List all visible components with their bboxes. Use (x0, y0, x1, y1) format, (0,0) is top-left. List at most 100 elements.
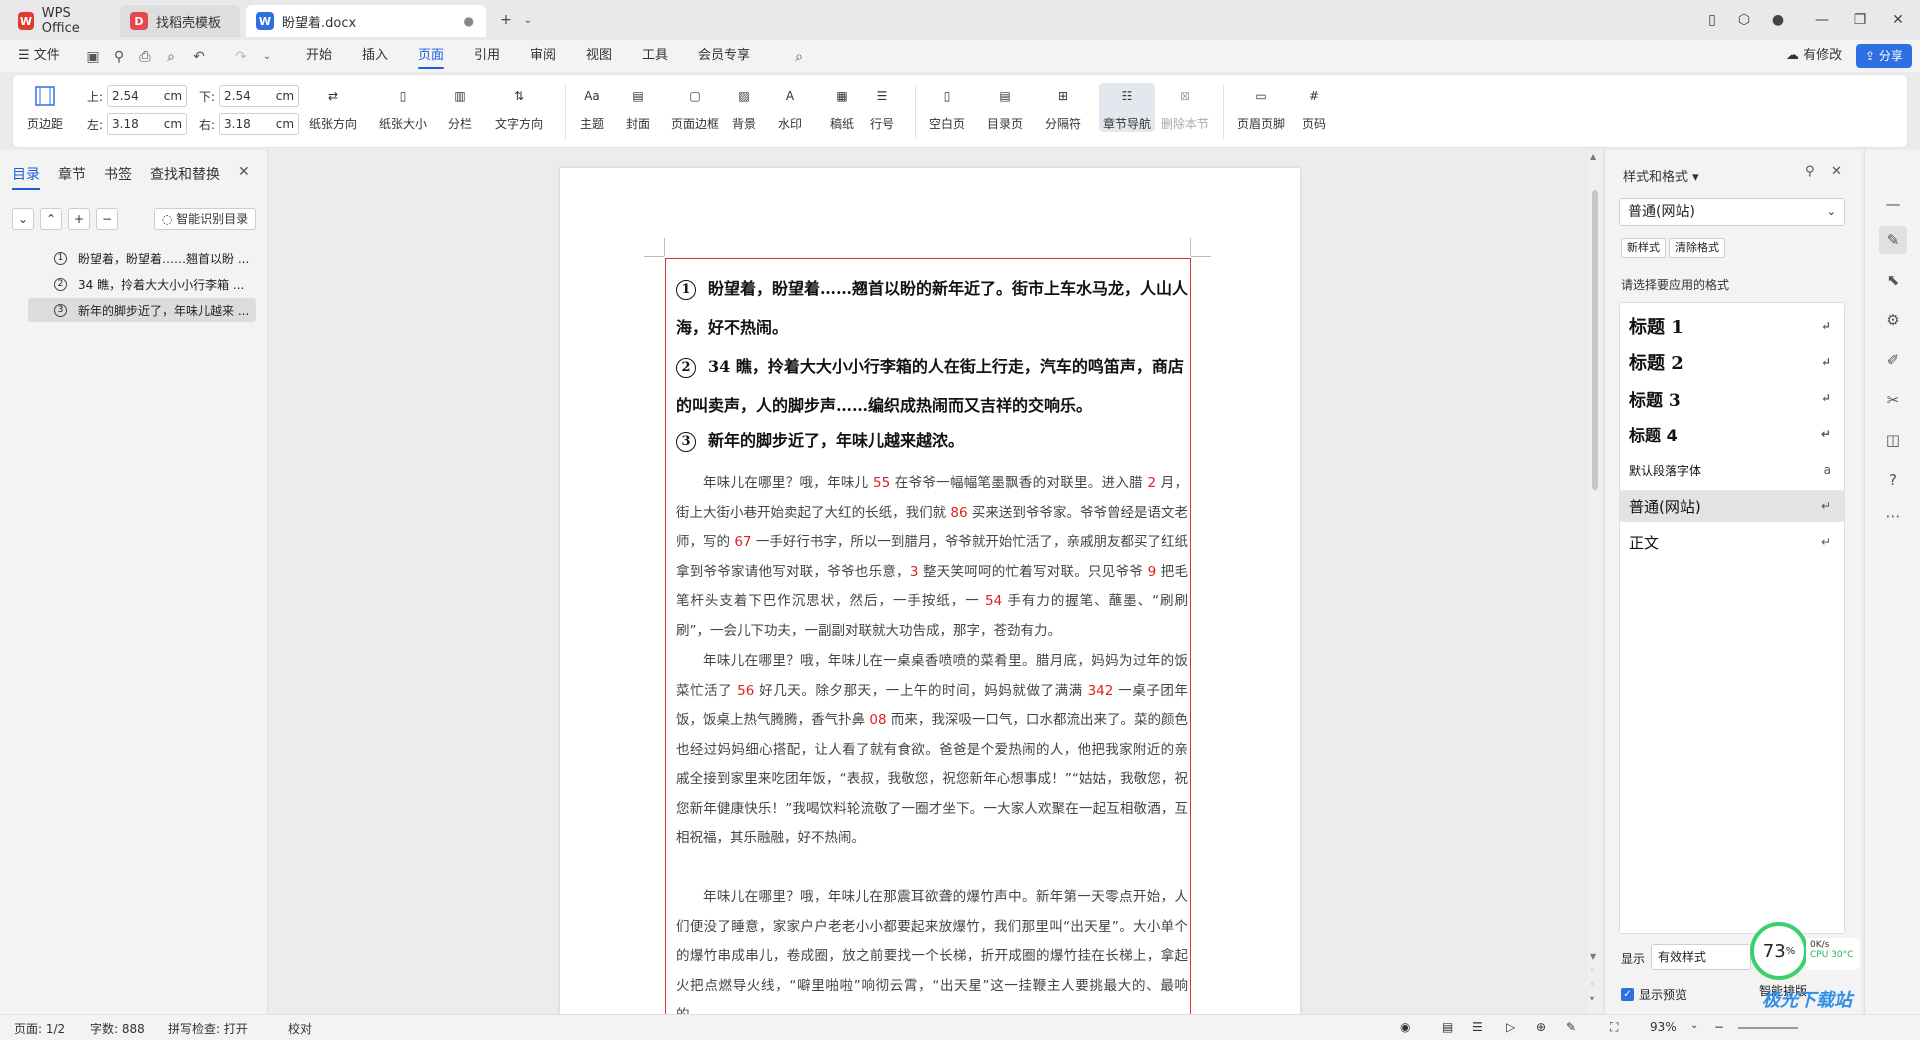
print-icon[interactable]: ⎙ (136, 48, 154, 66)
style-heading-1[interactable]: 标题 1 ↵ (1619, 310, 1845, 342)
show-preview-checkbox[interactable]: ✓ 显示预览 (1621, 986, 1687, 1003)
spell-check[interactable]: 拼写检查: 打开 (168, 1020, 248, 1037)
tools-icon[interactable]: ✂ (1879, 386, 1907, 414)
heading-2[interactable]: 2 34 瞧，拎着大大小小行李箱的人在街上行走，汽车的鸣笛声，商店的叫卖声，人的脚… (676, 347, 1196, 425)
margin-right-input[interactable]: 3.18 cm (219, 113, 300, 135)
heading-1[interactable]: 1 盼望着，盼望着……翘首以盼的新年近了。街市上车水马龙，人山人海，好不热闹。 (676, 269, 1196, 347)
margin-left-input[interactable]: 3.18 cm (107, 113, 188, 135)
help-icon[interactable]: ? (1879, 466, 1907, 494)
paragraph-2[interactable]: 年味儿在哪里？哦，年味儿在一桌桌香喷喷的菜肴里。腊月底，妈妈为过年的饭菜忙活了 … (676, 647, 1188, 854)
paragraph-1[interactable]: 年味儿在哪里？哦，年味儿 55 在爷爷一幅幅笔墨飘香的对联里。进入腊 2 月，街… (676, 469, 1188, 646)
minimize-icon[interactable]: — (1810, 8, 1834, 32)
word-count[interactable]: 字数: 888 (90, 1020, 145, 1037)
menu-reference[interactable]: 引用 (474, 40, 500, 72)
close-icon[interactable]: ✕ (1831, 164, 1842, 179)
margin-bottom-input[interactable]: 2.54 cm (219, 85, 300, 107)
undo-icon[interactable]: ↶ (190, 48, 208, 66)
fit-icon[interactable]: ⛶ (1610, 1020, 1618, 1035)
size-button[interactable]: ▯ 纸张大小 (379, 83, 427, 132)
zoom-dropdown-icon[interactable]: ⌄ (1690, 1020, 1698, 1031)
current-style-select[interactable]: 普通(网站) ⌄ (1619, 198, 1845, 226)
layout-icon[interactable]: ▯ (1700, 8, 1724, 32)
page-indicator[interactable]: 页面: 1/2 (14, 1020, 65, 1037)
share-button[interactable]: ⇪ 分享 (1856, 44, 1912, 68)
style-normal-web[interactable]: 普通(网站) ↵ (1619, 490, 1845, 522)
heading-3[interactable]: 3 新年的脚步近了，年味儿越来越浓。 (676, 421, 1196, 460)
columns-button[interactable]: ▥ 分栏 (447, 83, 473, 132)
remove-icon[interactable]: − (96, 208, 118, 230)
scroll-up-icon[interactable]: ▲ (1590, 152, 1596, 161)
tab-wps-office[interactable]: W WPS Office (8, 5, 114, 37)
proof[interactable]: 校对 (288, 1020, 312, 1037)
show-select[interactable]: 有效样式 (1651, 944, 1751, 970)
style-heading-4[interactable]: 标题 4 ↵ (1619, 418, 1845, 450)
toc-page-button[interactable]: ▤ 目录页 (987, 83, 1023, 132)
new-style-button[interactable]: 新样式 (1621, 238, 1666, 258)
collapse-icon[interactable]: ⌄ (12, 208, 34, 230)
toc-item-2[interactable]: 2 34 瞧，拎着大大小小行李箱 ... (28, 272, 256, 296)
zoom-slider[interactable] (1738, 1027, 1798, 1029)
margin-top-input[interactable]: 2.54 cm (107, 85, 188, 107)
scroll-thumb[interactable] (1592, 190, 1598, 490)
paragraph-3[interactable]: 年味儿在哪里？哦，年味儿在那震耳欲聋的爆竹声中。新年第一天零点开始，人们便没了睡… (676, 883, 1188, 1014)
link-icon[interactable]: ⚲ (110, 48, 128, 66)
menu-view[interactable]: 视图 (586, 40, 612, 72)
menu-start[interactable]: 开始 (306, 40, 332, 72)
cover-button[interactable]: ▤ 封面 (625, 83, 651, 132)
menu-page[interactable]: 页面 (418, 40, 445, 72)
save-icon[interactable]: ▣ (84, 48, 102, 66)
page-view-icon[interactable]: ▤ (1442, 1020, 1453, 1034)
tab-toc[interactable]: 目录 (12, 164, 40, 190)
vertical-scrollbar[interactable]: ▲ ▼ ◦ ◦ ▾ (1588, 150, 1602, 1014)
menu-review[interactable]: 审阅 (530, 40, 556, 72)
blank-page-button[interactable]: ▯ 空白页 (929, 83, 965, 132)
orientation-button[interactable]: ⇄ 纸张方向 (309, 83, 357, 132)
delete-section-button[interactable]: ⊠ 删除本节 (1161, 83, 1209, 132)
panel-title[interactable]: 样式和格式 ▾ (1623, 166, 1699, 185)
watermark-button[interactable]: A 水印 (777, 83, 803, 132)
modified-status[interactable]: ☁ 有修改 (1786, 40, 1842, 72)
cube-icon[interactable]: ⬡ (1732, 8, 1756, 32)
separator-button[interactable]: ⊞ 分隔符 (1045, 83, 1081, 132)
style-default-font[interactable]: 默认段落字体 a (1619, 454, 1845, 486)
close-icon[interactable]: ✕ (1886, 8, 1910, 32)
header-footer-button[interactable]: ▭ 页眉页脚 (1237, 83, 1285, 132)
more-icon[interactable]: ⋯ (1879, 502, 1907, 530)
adjust-icon[interactable]: ⚙ (1879, 306, 1907, 334)
toc-item-1[interactable]: 1 盼望着，盼望着……翘首以盼 ... (28, 246, 256, 270)
performance-widget[interactable]: 73% 0K/s CPU 30°C (1750, 922, 1860, 980)
outline-icon[interactable]: ☰ (1472, 1020, 1483, 1034)
pen-icon[interactable]: ✎ (1566, 1020, 1576, 1034)
page-number-button[interactable]: # 页码 (1301, 83, 1327, 132)
close-icon[interactable]: — (1879, 190, 1907, 218)
more-icon[interactable]: ⌄ (258, 48, 276, 66)
margins-button[interactable]: 页边距 (27, 83, 63, 132)
add-icon[interactable]: + (68, 208, 90, 230)
preview-icon[interactable]: ⌕ (162, 48, 180, 66)
pin-icon[interactable]: ⚲ (1805, 164, 1815, 179)
document-page[interactable]: 1 盼望着，盼望着……翘首以盼的新年近了。街市上车水马龙，人山人海，好不热闹。 2… (560, 168, 1300, 1014)
zoom-level[interactable]: 93% (1650, 1020, 1677, 1034)
style-body[interactable]: 正文 ↵ (1619, 526, 1845, 558)
eye-icon[interactable]: ◉ (1400, 1020, 1410, 1034)
edit-icon[interactable]: ✐ (1879, 346, 1907, 374)
clear-format-button[interactable]: 清除格式 (1669, 238, 1725, 258)
tab-chapters[interactable]: 章节 (58, 164, 86, 184)
new-tab-button[interactable]: + (494, 8, 518, 32)
smart-toc-button[interactable]: ◌ 智能识别目录 (154, 208, 256, 230)
avatar[interactable]: ● (1766, 8, 1790, 32)
tab-bookmarks[interactable]: 书签 (104, 164, 132, 184)
tab-template[interactable]: D 找稻壳模板 (120, 5, 240, 37)
search-icon[interactable]: ⌕ (790, 48, 808, 66)
background-button[interactable]: ▨ 背景 (731, 83, 757, 132)
zoom-out-icon[interactable]: − (1714, 1020, 1724, 1034)
file-menu[interactable]: ☰ 文件 (18, 40, 60, 72)
tab-document[interactable]: W 盼望着.docx ● (246, 5, 486, 37)
menu-tools[interactable]: 工具 (642, 40, 668, 72)
style-heading-3[interactable]: 标题 3 ↵ (1619, 382, 1845, 414)
tab-find-replace[interactable]: 查找和替换 (150, 164, 220, 184)
tab-dot-icon[interactable]: ● (464, 14, 474, 28)
toc-item-3[interactable]: 3 新年的脚步近了，年味儿越来 ... (28, 298, 256, 322)
close-icon[interactable]: ✕ (238, 164, 250, 180)
text-direction-button[interactable]: ⇅ 文字方向 (495, 83, 543, 132)
